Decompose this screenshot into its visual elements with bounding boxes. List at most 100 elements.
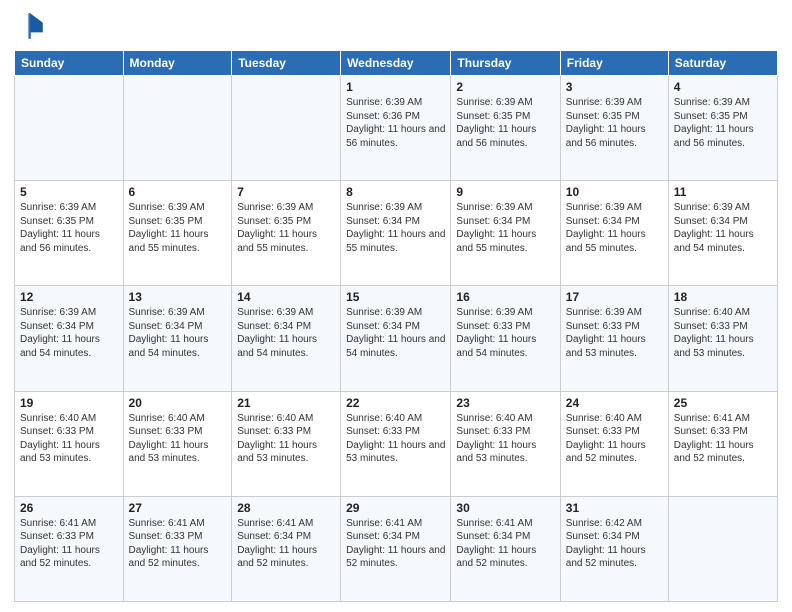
day-cell: [123, 76, 232, 181]
day-cell: 25Sunrise: 6:41 AM Sunset: 6:33 PM Dayli…: [668, 391, 777, 496]
day-number: 2: [456, 80, 554, 94]
day-cell: 31 Sunrise: 6:42 AM Sunset: 6:34 PM Dayli…: [560, 496, 668, 601]
week-row-5: 26 Sunrise: 6:41 AM Sunset: 6:33 PM Dayli…: [15, 496, 778, 601]
day-cell: 11Sunrise: 6:39 AM Sunset: 6:34 PM Dayli…: [668, 181, 777, 286]
calendar: SundayMondayTuesdayWednesdayThursdayFrid…: [14, 50, 778, 602]
day-info: Sunrise: 6:39 AM Sunset: 6:33 PM Dayligh…: [566, 306, 663, 360]
day-info: Sunrise: 6:40 AM Sunset: 6:33 PM Dayligh…: [237, 412, 335, 466]
day-cell: 19 Sunrise: 6:40 AM Sunset: 6:33 PM Dayli…: [15, 391, 124, 496]
day-number: 26: [20, 501, 118, 515]
day-number: 25: [674, 396, 772, 410]
day-cell: [232, 76, 341, 181]
day-number: 4: [674, 80, 772, 94]
day-cell: 2 Sunrise: 6:39 AM Sunset: 6:35 PM Daylig…: [451, 76, 560, 181]
day-info: Sunrise: 6:40 AM Sunset: 6:33 PM Dayligh…: [456, 412, 554, 466]
header: [14, 10, 778, 42]
day-info: Sunrise: 6:42 AM Sunset: 6:34 PM Dayligh…: [566, 517, 663, 571]
day-info: Sunrise: 6:40 AM Sunset: 6:33 PM Dayligh…: [20, 412, 118, 466]
day-cell: 9 Sunrise: 6:39 AM Sunset: 6:34 PM Daylig…: [451, 181, 560, 286]
day-cell: 12Sunrise: 6:39 AM Sunset: 6:34 PM Dayli…: [15, 286, 124, 391]
day-cell: 7Sunrise: 6:39 AM Sunset: 6:35 PM Daylig…: [232, 181, 341, 286]
day-number: 13: [129, 290, 227, 304]
day-cell: 20Sunrise: 6:40 AM Sunset: 6:33 PM Dayli…: [123, 391, 232, 496]
day-info: Sunrise: 6:40 AM Sunset: 6:33 PM Dayligh…: [566, 412, 663, 466]
col-header-tuesday: Tuesday: [232, 51, 341, 76]
calendar-header-row: SundayMondayTuesdayWednesdayThursdayFrid…: [15, 51, 778, 76]
col-header-thursday: Thursday: [451, 51, 560, 76]
week-row-2: 5 Sunrise: 6:39 AM Sunset: 6:35 PM Daylig…: [15, 181, 778, 286]
day-info: Sunrise: 6:39 AM Sunset: 6:34 PM Dayligh…: [456, 201, 554, 255]
day-number: 7: [237, 185, 335, 199]
day-cell: 5 Sunrise: 6:39 AM Sunset: 6:35 PM Daylig…: [15, 181, 124, 286]
col-header-sunday: Sunday: [15, 51, 124, 76]
day-cell: [668, 496, 777, 601]
col-header-friday: Friday: [560, 51, 668, 76]
day-number: 14: [237, 290, 335, 304]
day-number: 15: [346, 290, 445, 304]
week-row-3: 12Sunrise: 6:39 AM Sunset: 6:34 PM Dayli…: [15, 286, 778, 391]
day-cell: 21 Sunrise: 6:40 AM Sunset: 6:33 PM Dayli…: [232, 391, 341, 496]
day-cell: 28 Sunrise: 6:41 AM Sunset: 6:34 PM Dayli…: [232, 496, 341, 601]
day-cell: 30Sunrise: 6:41 AM Sunset: 6:34 PM Dayli…: [451, 496, 560, 601]
week-row-1: 1 Sunrise: 6:39 AM Sunset: 6:36 PM Daylig…: [15, 76, 778, 181]
day-cell: 4 Sunrise: 6:39 AM Sunset: 6:35 PM Daylig…: [668, 76, 777, 181]
day-info: Sunrise: 6:39 AM Sunset: 6:35 PM Dayligh…: [129, 201, 227, 255]
day-number: 27: [129, 501, 227, 515]
col-header-monday: Monday: [123, 51, 232, 76]
week-row-4: 19 Sunrise: 6:40 AM Sunset: 6:33 PM Dayli…: [15, 391, 778, 496]
day-cell: 10Sunrise: 6:39 AM Sunset: 6:34 PM Dayli…: [560, 181, 668, 286]
day-number: 9: [456, 185, 554, 199]
day-info: Sunrise: 6:39 AM Sunset: 6:34 PM Dayligh…: [346, 306, 445, 360]
day-cell: 8 Sunrise: 6:39 AM Sunset: 6:34 PM Daylig…: [341, 181, 451, 286]
day-info: Sunrise: 6:39 AM Sunset: 6:35 PM Dayligh…: [566, 96, 663, 150]
day-number: 1: [346, 80, 445, 94]
day-cell: 23Sunrise: 6:40 AM Sunset: 6:33 PM Dayli…: [451, 391, 560, 496]
day-number: 16: [456, 290, 554, 304]
day-cell: 13 Sunrise: 6:39 AM Sunset: 6:34 PM Dayli…: [123, 286, 232, 391]
day-info: Sunrise: 6:39 AM Sunset: 6:36 PM Dayligh…: [346, 96, 445, 150]
day-number: 29: [346, 501, 445, 515]
day-number: 11: [674, 185, 772, 199]
day-number: 18: [674, 290, 772, 304]
day-number: 28: [237, 501, 335, 515]
day-number: 17: [566, 290, 663, 304]
day-number: 31: [566, 501, 663, 515]
day-cell: 16 Sunrise: 6:39 AM Sunset: 6:33 PM Dayli…: [451, 286, 560, 391]
day-info: Sunrise: 6:41 AM Sunset: 6:34 PM Dayligh…: [237, 517, 335, 571]
day-info: Sunrise: 6:41 AM Sunset: 6:33 PM Dayligh…: [129, 517, 227, 571]
day-number: 3: [566, 80, 663, 94]
day-cell: 22Sunrise: 6:40 AM Sunset: 6:33 PM Dayli…: [341, 391, 451, 496]
day-info: Sunrise: 6:39 AM Sunset: 6:33 PM Dayligh…: [456, 306, 554, 360]
day-info: Sunrise: 6:39 AM Sunset: 6:35 PM Dayligh…: [456, 96, 554, 150]
day-cell: 14 Sunrise: 6:39 AM Sunset: 6:34 PM Dayli…: [232, 286, 341, 391]
day-cell: 24 Sunrise: 6:40 AM Sunset: 6:33 PM Dayli…: [560, 391, 668, 496]
day-info: Sunrise: 6:39 AM Sunset: 6:34 PM Dayligh…: [566, 201, 663, 255]
day-info: Sunrise: 6:40 AM Sunset: 6:33 PM Dayligh…: [346, 412, 445, 466]
day-cell: [15, 76, 124, 181]
day-number: 19: [20, 396, 118, 410]
day-info: Sunrise: 6:41 AM Sunset: 6:34 PM Dayligh…: [346, 517, 445, 571]
day-info: Sunrise: 6:39 AM Sunset: 6:35 PM Dayligh…: [20, 201, 118, 255]
day-cell: 18 Sunrise: 6:40 AM Sunset: 6:33 PM Dayli…: [668, 286, 777, 391]
day-info: Sunrise: 6:39 AM Sunset: 6:34 PM Dayligh…: [20, 306, 118, 360]
day-info: Sunrise: 6:39 AM Sunset: 6:34 PM Dayligh…: [237, 306, 335, 360]
day-info: Sunrise: 6:39 AM Sunset: 6:34 PM Dayligh…: [129, 306, 227, 360]
day-number: 6: [129, 185, 227, 199]
day-number: 8: [346, 185, 445, 199]
day-cell: 6 Sunrise: 6:39 AM Sunset: 6:35 PM Daylig…: [123, 181, 232, 286]
day-info: Sunrise: 6:40 AM Sunset: 6:33 PM Dayligh…: [129, 412, 227, 466]
day-info: Sunrise: 6:39 AM Sunset: 6:35 PM Dayligh…: [674, 96, 772, 150]
day-number: 24: [566, 396, 663, 410]
day-number: 21: [237, 396, 335, 410]
day-info: Sunrise: 6:39 AM Sunset: 6:34 PM Dayligh…: [346, 201, 445, 255]
day-cell: 26 Sunrise: 6:41 AM Sunset: 6:33 PM Dayli…: [15, 496, 124, 601]
logo: [14, 10, 50, 42]
day-number: 5: [20, 185, 118, 199]
day-cell: 3 Sunrise: 6:39 AM Sunset: 6:35 PM Daylig…: [560, 76, 668, 181]
day-cell: 17 Sunrise: 6:39 AM Sunset: 6:33 PM Dayli…: [560, 286, 668, 391]
col-header-saturday: Saturday: [668, 51, 777, 76]
day-info: Sunrise: 6:41 AM Sunset: 6:33 PM Dayligh…: [20, 517, 118, 571]
day-cell: 1 Sunrise: 6:39 AM Sunset: 6:36 PM Daylig…: [341, 76, 451, 181]
day-info: Sunrise: 6:40 AM Sunset: 6:33 PM Dayligh…: [674, 306, 772, 360]
day-cell: 29 Sunrise: 6:41 AM Sunset: 6:34 PM Dayli…: [341, 496, 451, 601]
